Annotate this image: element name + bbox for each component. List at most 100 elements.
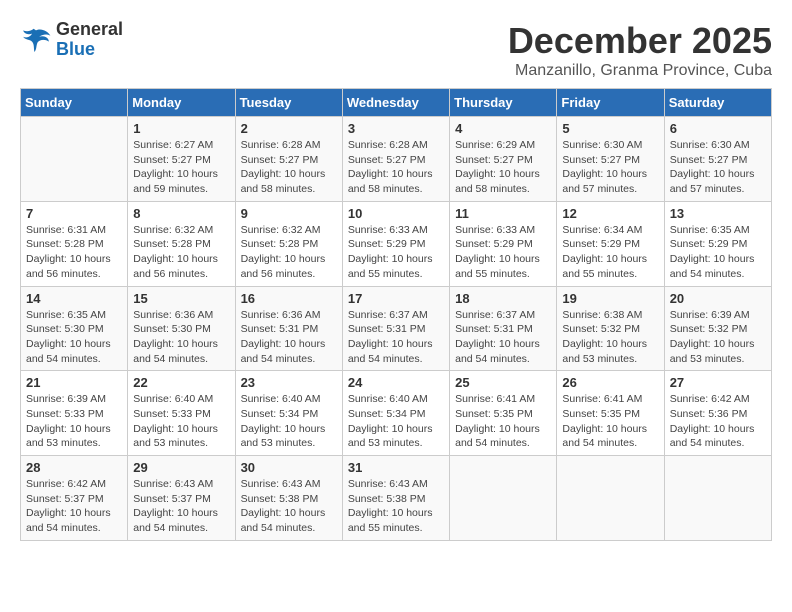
day-info: Sunrise: 6:40 AM Sunset: 5:34 PM Dayligh… <box>348 392 444 451</box>
calendar-cell: 11 Sunrise: 6:33 AM Sunset: 5:29 PM Dayli… <box>450 201 557 286</box>
calendar-cell: 29 Sunrise: 6:43 AM Sunset: 5:37 PM Dayli… <box>128 456 235 541</box>
day-info: Sunrise: 6:43 AM Sunset: 5:38 PM Dayligh… <box>348 477 444 536</box>
calendar-cell: 30 Sunrise: 6:43 AM Sunset: 5:38 PM Dayli… <box>235 456 342 541</box>
calendar-header-row: SundayMondayTuesdayWednesdayThursdayFrid… <box>21 89 772 117</box>
calendar-cell: 15Sunrise: 6:36 AM Sunset: 5:30 PM Dayli… <box>128 286 235 371</box>
day-number: 8 <box>133 206 229 221</box>
day-info: Sunrise: 6:42 AM Sunset: 5:37 PM Dayligh… <box>26 477 122 536</box>
day-info: Sunrise: 6:28 AM Sunset: 5:27 PM Dayligh… <box>348 138 444 197</box>
calendar-cell: 14 Sunrise: 6:35 AM Sunset: 5:30 PM Dayli… <box>21 286 128 371</box>
day-info: Sunrise: 6:40 AM Sunset: 5:33 PM Dayligh… <box>133 392 229 451</box>
logo-text-block: General Blue <box>56 20 123 60</box>
day-number: 27 <box>670 375 766 390</box>
day-info: Sunrise: 6:30 AM Sunset: 5:27 PM Dayligh… <box>670 138 766 197</box>
calendar-cell: 18 Sunrise: 6:37 AM Sunset: 5:31 PM Dayli… <box>450 286 557 371</box>
calendar-cell: 9 Sunrise: 6:32 AM Sunset: 5:28 PM Daylig… <box>235 201 342 286</box>
day-number: 2 <box>241 121 337 136</box>
day-number: 20 <box>670 291 766 306</box>
calendar-cell: 7Sunrise: 6:31 AM Sunset: 5:28 PM Daylig… <box>21 201 128 286</box>
day-info: Sunrise: 6:36 AM Sunset: 5:31 PM Dayligh… <box>241 308 337 367</box>
day-info: Sunrise: 6:35 AM Sunset: 5:30 PM Dayligh… <box>26 308 122 367</box>
day-info: Sunrise: 6:39 AM Sunset: 5:33 PM Dayligh… <box>26 392 122 451</box>
calendar-table: SundayMondayTuesdayWednesdayThursdayFrid… <box>20 88 772 541</box>
calendar-cell: 21 Sunrise: 6:39 AM Sunset: 5:33 PM Dayli… <box>21 371 128 456</box>
calendar-cell <box>664 456 771 541</box>
day-number: 21 <box>26 375 122 390</box>
calendar-week-row: 7Sunrise: 6:31 AM Sunset: 5:28 PM Daylig… <box>21 201 772 286</box>
day-info: Sunrise: 6:32 AM Sunset: 5:28 PM Dayligh… <box>133 223 229 282</box>
day-number: 17 <box>348 291 444 306</box>
day-info: Sunrise: 6:37 AM Sunset: 5:31 PM Dayligh… <box>455 308 551 367</box>
column-header-tuesday: Tuesday <box>235 89 342 117</box>
day-info: Sunrise: 6:43 AM Sunset: 5:37 PM Dayligh… <box>133 477 229 536</box>
day-number: 26 <box>562 375 658 390</box>
column-header-sunday: Sunday <box>21 89 128 117</box>
calendar-cell: 25Sunrise: 6:41 AM Sunset: 5:35 PM Dayli… <box>450 371 557 456</box>
day-info: Sunrise: 6:32 AM Sunset: 5:28 PM Dayligh… <box>241 223 337 282</box>
day-number: 5 <box>562 121 658 136</box>
day-info: Sunrise: 6:29 AM Sunset: 5:27 PM Dayligh… <box>455 138 551 197</box>
day-number: 28 <box>26 460 122 475</box>
calendar-cell: 3 Sunrise: 6:28 AM Sunset: 5:27 PM Daylig… <box>342 117 449 202</box>
logo-icon <box>20 24 52 56</box>
calendar-cell: 19 Sunrise: 6:38 AM Sunset: 5:32 PM Dayli… <box>557 286 664 371</box>
day-number: 6 <box>670 121 766 136</box>
day-info: Sunrise: 6:33 AM Sunset: 5:29 PM Dayligh… <box>455 223 551 282</box>
calendar-week-row: 1 Sunrise: 6:27 AM Sunset: 5:27 PM Daylig… <box>21 117 772 202</box>
column-header-wednesday: Wednesday <box>342 89 449 117</box>
title-block: December 2025 Manzanillo, Granma Provinc… <box>508 20 772 80</box>
calendar-cell: 13 Sunrise: 6:35 AM Sunset: 5:29 PM Dayli… <box>664 201 771 286</box>
calendar-cell: 2 Sunrise: 6:28 AM Sunset: 5:27 PM Daylig… <box>235 117 342 202</box>
page-header: General Blue December 2025 Manzanillo, G… <box>20 20 772 80</box>
day-info: Sunrise: 6:41 AM Sunset: 5:35 PM Dayligh… <box>562 392 658 451</box>
calendar-cell: 6 Sunrise: 6:30 AM Sunset: 5:27 PM Daylig… <box>664 117 771 202</box>
calendar-cell <box>557 456 664 541</box>
day-info: Sunrise: 6:28 AM Sunset: 5:27 PM Dayligh… <box>241 138 337 197</box>
day-info: Sunrise: 6:33 AM Sunset: 5:29 PM Dayligh… <box>348 223 444 282</box>
calendar-cell: 22 Sunrise: 6:40 AM Sunset: 5:33 PM Dayli… <box>128 371 235 456</box>
day-number: 18 <box>455 291 551 306</box>
day-info: Sunrise: 6:43 AM Sunset: 5:38 PM Dayligh… <box>241 477 337 536</box>
calendar-cell: 1 Sunrise: 6:27 AM Sunset: 5:27 PM Daylig… <box>128 117 235 202</box>
calendar-cell: 16Sunrise: 6:36 AM Sunset: 5:31 PM Dayli… <box>235 286 342 371</box>
day-info: Sunrise: 6:36 AM Sunset: 5:30 PM Dayligh… <box>133 308 229 367</box>
logo-blue-text: Blue <box>56 40 123 60</box>
day-info: Sunrise: 6:34 AM Sunset: 5:29 PM Dayligh… <box>562 223 658 282</box>
day-info: Sunrise: 6:38 AM Sunset: 5:32 PM Dayligh… <box>562 308 658 367</box>
day-number: 22 <box>133 375 229 390</box>
calendar-week-row: 14 Sunrise: 6:35 AM Sunset: 5:30 PM Dayli… <box>21 286 772 371</box>
calendar-cell <box>21 117 128 202</box>
calendar-cell <box>450 456 557 541</box>
calendar-cell: 20Sunrise: 6:39 AM Sunset: 5:32 PM Dayli… <box>664 286 771 371</box>
day-number: 4 <box>455 121 551 136</box>
day-number: 11 <box>455 206 551 221</box>
logo-general: General <box>56 19 123 39</box>
day-info: Sunrise: 6:31 AM Sunset: 5:28 PM Dayligh… <box>26 223 122 282</box>
day-number: 23 <box>241 375 337 390</box>
day-number: 13 <box>670 206 766 221</box>
day-number: 19 <box>562 291 658 306</box>
day-info: Sunrise: 6:35 AM Sunset: 5:29 PM Dayligh… <box>670 223 766 282</box>
day-info: Sunrise: 6:41 AM Sunset: 5:35 PM Dayligh… <box>455 392 551 451</box>
calendar-cell: 26 Sunrise: 6:41 AM Sunset: 5:35 PM Dayli… <box>557 371 664 456</box>
calendar-cell: 12Sunrise: 6:34 AM Sunset: 5:29 PM Dayli… <box>557 201 664 286</box>
page-container: General Blue December 2025 Manzanillo, G… <box>20 20 772 541</box>
day-number: 14 <box>26 291 122 306</box>
calendar-cell: 4 Sunrise: 6:29 AM Sunset: 5:27 PM Daylig… <box>450 117 557 202</box>
calendar-cell: 5Sunrise: 6:30 AM Sunset: 5:27 PM Daylig… <box>557 117 664 202</box>
page-subtitle: Manzanillo, Granma Province, Cuba <box>508 62 772 80</box>
day-number: 9 <box>241 206 337 221</box>
page-title: December 2025 <box>508 20 772 62</box>
day-info: Sunrise: 6:27 AM Sunset: 5:27 PM Dayligh… <box>133 138 229 197</box>
day-number: 29 <box>133 460 229 475</box>
column-header-monday: Monday <box>128 89 235 117</box>
day-number: 30 <box>241 460 337 475</box>
column-header-friday: Friday <box>557 89 664 117</box>
column-header-thursday: Thursday <box>450 89 557 117</box>
calendar-cell: 31Sunrise: 6:43 AM Sunset: 5:38 PM Dayli… <box>342 456 449 541</box>
day-info: Sunrise: 6:42 AM Sunset: 5:36 PM Dayligh… <box>670 392 766 451</box>
day-number: 3 <box>348 121 444 136</box>
calendar-cell: 23Sunrise: 6:40 AM Sunset: 5:34 PM Dayli… <box>235 371 342 456</box>
day-number: 1 <box>133 121 229 136</box>
calendar-cell: 17Sunrise: 6:37 AM Sunset: 5:31 PM Dayli… <box>342 286 449 371</box>
